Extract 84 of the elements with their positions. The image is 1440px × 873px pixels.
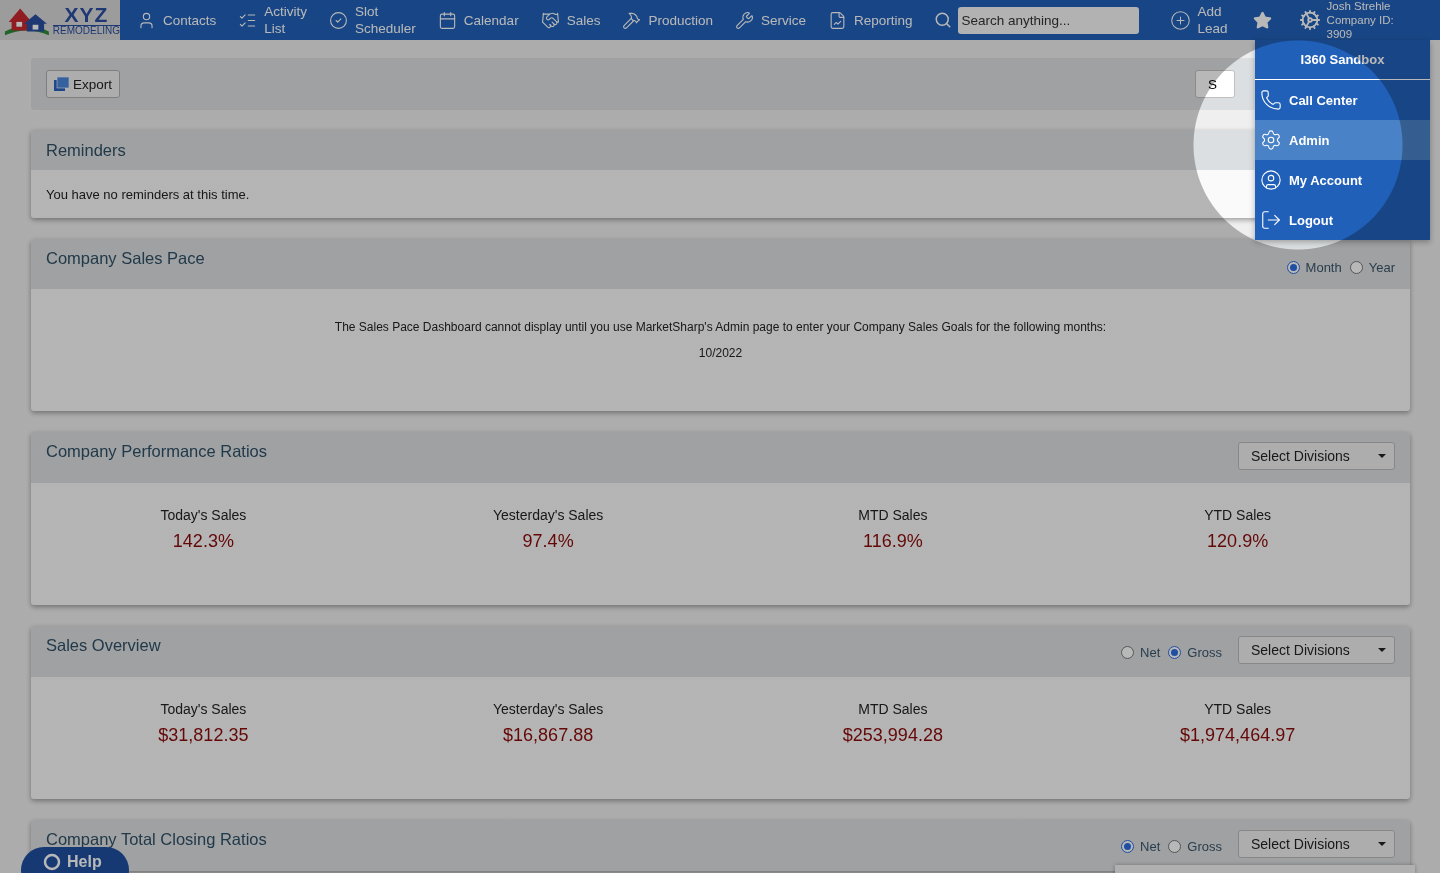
radio-label: Net xyxy=(1140,839,1161,854)
panel-title: Reminders xyxy=(46,140,126,160)
metric-label: MTD Sales xyxy=(858,507,928,523)
menu-icon xyxy=(1260,209,1282,231)
radio-option[interactable]: Year xyxy=(1349,260,1395,275)
radio-label: Month xyxy=(1305,260,1342,275)
export-button[interactable]: Export xyxy=(46,70,121,98)
nav-icon xyxy=(622,10,642,30)
metric-value: 142.3% xyxy=(172,531,234,552)
nav-menu-item[interactable]: Calendar xyxy=(426,10,530,30)
nav-icon xyxy=(437,10,457,30)
user-info[interactable]: Josh Strehle Company ID: 3909 xyxy=(1326,0,1394,41)
nav-icon xyxy=(329,10,349,30)
metric-value: $1,974,464.97 xyxy=(1180,725,1296,746)
nav-menu-item[interactable]: Slot Scheduler xyxy=(318,3,427,37)
menu-item[interactable]: Logout xyxy=(1255,200,1430,240)
menu-item[interactable]: Call Center xyxy=(1255,80,1430,120)
search-field[interactable]: Search anything... xyxy=(957,6,1139,34)
radio-option[interactable]: Net xyxy=(1121,839,1161,854)
radio-option[interactable]: Month xyxy=(1286,260,1342,275)
panel-title: Company Sales Pace xyxy=(46,249,205,268)
metric-label: YTD Sales xyxy=(1204,507,1272,523)
nav-menu-item[interactable]: Activity List xyxy=(227,3,319,37)
panel-title: Sales Overview xyxy=(46,636,161,655)
menu-title: I360 Sandbox xyxy=(1255,40,1430,80)
nav-icon xyxy=(734,10,754,30)
radio-option[interactable]: Gross xyxy=(1168,839,1222,854)
nav-icon xyxy=(137,10,156,30)
metric-value: 120.9% xyxy=(1207,531,1269,552)
menu-icon xyxy=(1260,129,1282,151)
logo-subtitle: REMODELING xyxy=(52,25,120,36)
sales-pace-message: The Sales Pace Dashboard cannot display until you use MarketSharp's Admin page to enter your Company Sales Goals for the following months: xyxy=(333,319,1108,336)
radio-label: Gross xyxy=(1187,645,1222,660)
plus-icon xyxy=(1169,9,1191,31)
nav-menu-item[interactable]: Service xyxy=(723,10,817,30)
add-lead-button[interactable]: Add Lead xyxy=(1158,3,1239,37)
panel-title: Company Performance Ratios xyxy=(46,442,267,461)
menu-icon xyxy=(1260,89,1282,111)
nav-menu-item[interactable]: Production xyxy=(611,10,724,30)
nav-menu-item[interactable]: Sales xyxy=(529,10,612,30)
radio-option[interactable]: Gross xyxy=(1168,645,1222,660)
radio-label: Net xyxy=(1140,645,1161,660)
metric-label: Today's Sales xyxy=(160,701,247,717)
nav-icon xyxy=(828,10,847,30)
select-divisions-dropdown[interactable]: Select Divisions xyxy=(1238,636,1395,664)
metric-value: $16,867.88 xyxy=(503,725,594,746)
nav-menu-item[interactable]: Contacts xyxy=(126,10,228,30)
menu-item[interactable]: Admin xyxy=(1255,120,1430,160)
star-icon[interactable] xyxy=(1252,10,1272,30)
metric-label: Today's Sales xyxy=(160,507,247,523)
metric-value: $253,994.28 xyxy=(842,725,943,746)
radio-button[interactable] xyxy=(1121,840,1135,853)
radio-label: Gross xyxy=(1187,839,1222,854)
input-field[interactable]: S xyxy=(1195,70,1235,98)
metric-value: 116.9% xyxy=(863,531,923,552)
pdf-icon xyxy=(54,76,69,92)
select-divisions-dropdown[interactable]: Select Divisions xyxy=(1238,830,1395,858)
nav-menu-item[interactable]: Reporting xyxy=(817,10,924,30)
caret-icon xyxy=(1378,648,1386,652)
panel-title: Company Total Closing Ratios xyxy=(46,830,267,849)
metric-value: $31,812.35 xyxy=(158,725,249,746)
metric-value: 97.4% xyxy=(522,531,574,552)
nav-icon xyxy=(540,10,560,30)
radio-button[interactable] xyxy=(1349,261,1363,274)
metric-label: MTD Sales xyxy=(858,701,928,717)
caret-icon xyxy=(1378,454,1386,458)
metric-label: Yesterday's Sales xyxy=(492,701,604,717)
select-divisions-dropdown[interactable]: Select Divisions xyxy=(1238,442,1395,470)
menu-icon xyxy=(1260,169,1282,191)
month-text: 10/2022 xyxy=(697,345,744,362)
company-logo[interactable]: XYZ REMODELING xyxy=(0,0,120,40)
reminders-message: You have no reminders at this time. xyxy=(46,187,250,202)
radio-label: Year xyxy=(1368,260,1395,275)
radio-option[interactable]: Net xyxy=(1121,645,1161,660)
caret-icon xyxy=(1378,842,1386,846)
logo-text: XYZ xyxy=(64,4,109,25)
radio-button[interactable] xyxy=(1168,646,1182,659)
radio-button[interactable] xyxy=(1121,646,1135,659)
radio-button[interactable] xyxy=(1168,840,1182,853)
metric-label: YTD Sales xyxy=(1204,701,1272,717)
menu-item[interactable]: My Account xyxy=(1255,160,1430,200)
radio-button[interactable] xyxy=(1286,261,1300,274)
help-button[interactable]: Help xyxy=(21,847,129,873)
metric-label: Yesterday's Sales xyxy=(492,507,604,523)
